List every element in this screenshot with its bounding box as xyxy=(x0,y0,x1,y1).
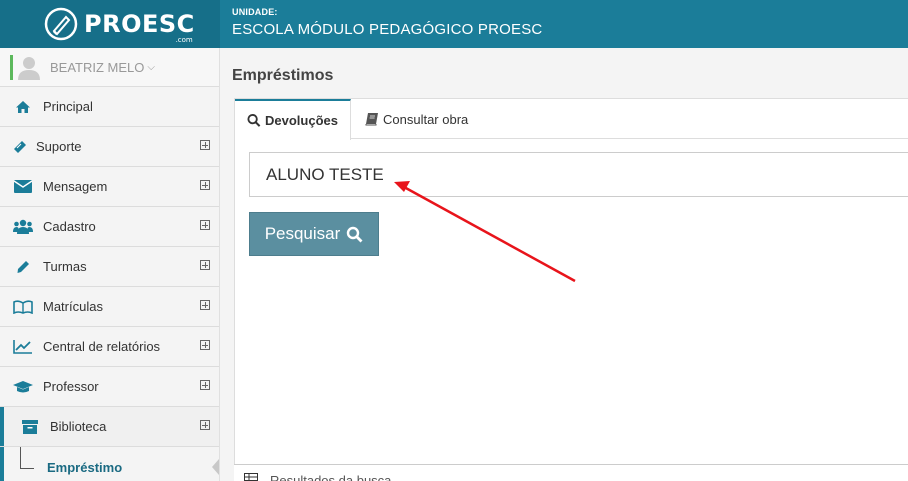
sidebar-item-central-relatorios[interactable]: Central de relatórios xyxy=(0,327,219,367)
sidebar-item-label: Biblioteca xyxy=(50,419,107,434)
sidebar-item-turmas[interactable]: Turmas xyxy=(0,247,219,287)
sidebar-item-professor[interactable]: Professor xyxy=(0,367,219,407)
sidebar-item-label: Suporte xyxy=(36,139,82,154)
tab-bar: Devoluções Consultar obra xyxy=(235,99,908,140)
pencil-icon xyxy=(13,259,33,275)
active-indicator-arrow xyxy=(212,459,219,475)
submenu-item-emprestimo[interactable]: Empréstimo xyxy=(0,447,219,481)
search-icon xyxy=(247,113,261,127)
expand-icon[interactable] xyxy=(200,260,210,270)
sidebar-item-biblioteca[interactable]: Biblioteca xyxy=(0,407,219,447)
sidebar-item-label: Principal xyxy=(43,99,93,114)
top-bar: PROESC .com UNIDADE: ESCOLA MÓDULO PEDAGÓ… xyxy=(0,0,908,48)
home-icon xyxy=(13,99,33,115)
expand-icon[interactable] xyxy=(200,340,210,350)
sidebar-item-label: Cadastro xyxy=(43,219,96,234)
proesc-logo-icon xyxy=(44,7,78,41)
search-input[interactable] xyxy=(250,153,908,196)
tree-line xyxy=(20,447,21,469)
user-name: BEATRIZ MELO xyxy=(50,59,145,75)
sidebar-item-label: Mensagem xyxy=(43,179,108,194)
main-content: Empréstimos Devoluções Consultar obra Pe… xyxy=(220,48,908,481)
logo[interactable]: PROESC .com xyxy=(0,0,220,48)
sidebar-item-mensagem[interactable]: Mensagem xyxy=(0,167,219,207)
unit-name[interactable]: ESCOLA MÓDULO PEDAGÓGICO PROESC xyxy=(232,21,542,38)
search-icon xyxy=(347,226,363,242)
logo-text: PROESC .com xyxy=(84,10,195,44)
graduation-cap-icon xyxy=(13,379,33,395)
search-results-header: Resultados da busca xyxy=(234,464,908,481)
sidebar-item-label: Central de relatórios xyxy=(43,339,161,354)
tab-label: Consultar obra xyxy=(383,111,469,127)
sidebar-item-label: Matrículas xyxy=(43,299,103,314)
sidebar-item-label: Professor xyxy=(43,379,99,394)
search-button-label: Pesquisar xyxy=(264,224,341,243)
ticket-icon xyxy=(13,139,27,155)
users-icon xyxy=(13,219,33,235)
tree-line xyxy=(20,468,34,469)
results-label: Resultados da busca xyxy=(270,473,392,481)
book-icon xyxy=(365,113,378,126)
expand-icon[interactable] xyxy=(200,380,210,390)
tab-devolucoes[interactable]: Devoluções xyxy=(235,99,351,140)
expand-icon[interactable] xyxy=(200,420,210,430)
table-icon xyxy=(244,473,258,481)
expand-icon[interactable] xyxy=(200,220,210,230)
expand-icon[interactable] xyxy=(200,180,210,190)
chart-line-icon xyxy=(13,339,33,355)
submenu-label: Empréstimo xyxy=(47,459,123,475)
sidebar-item-matriculas[interactable]: Matrículas xyxy=(0,287,219,327)
tab-panel: Devoluções Consultar obra Pesquisar xyxy=(234,98,908,481)
search-button[interactable]: Pesquisar xyxy=(249,212,379,256)
expand-icon[interactable] xyxy=(200,140,210,150)
search-field[interactable] xyxy=(249,152,908,197)
unit-info: UNIDADE: ESCOLA MÓDULO PEDAGÓGICO PROESC xyxy=(232,7,542,38)
sidebar-item-suporte[interactable]: Suporte xyxy=(0,127,219,167)
chevron-down-icon: ⌵ xyxy=(147,61,155,73)
book-open-icon xyxy=(13,299,33,315)
page-title: Empréstimos xyxy=(232,67,334,84)
unit-label: UNIDADE: xyxy=(232,7,278,17)
tab-label: Devoluções xyxy=(265,113,338,128)
archive-icon xyxy=(20,419,40,435)
logo-subtext: .com xyxy=(175,36,193,44)
sidebar-item-principal[interactable]: Principal xyxy=(0,87,219,127)
sidebar-item-cadastro[interactable]: Cadastro xyxy=(0,207,219,247)
envelope-icon xyxy=(13,179,33,195)
tab-consultar-obra[interactable]: Consultar obra xyxy=(353,99,480,139)
avatar-icon xyxy=(18,57,40,80)
sidebar-item-label: Turmas xyxy=(43,259,87,274)
sidebar: BEATRIZ MELO ⌵ Principal Suporte Mensage… xyxy=(0,48,220,481)
user-menu[interactable]: BEATRIZ MELO ⌵ xyxy=(0,48,219,87)
expand-icon[interactable] xyxy=(200,300,210,310)
